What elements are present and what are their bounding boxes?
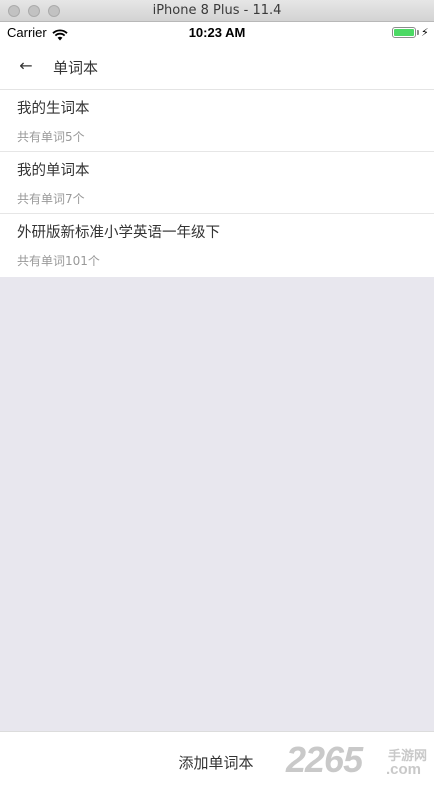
status-bar: Carrier 10:23 AM ⚡ xyxy=(0,22,434,44)
page-title: 单词本 xyxy=(53,59,99,77)
simulator-title: iPhone 8 Plus - 11.4 xyxy=(152,3,282,18)
wordbook-item[interactable]: 外研版新标准小学英语一年级下 共有单词101个 xyxy=(0,214,434,277)
battery-fill xyxy=(394,29,414,36)
add-wordbook-button[interactable]: 添加单词本 xyxy=(140,750,292,776)
wordbook-list: 我的生词本 共有单词5个 我的单词本 共有单词7个 外研版新标准小学英语一年级下… xyxy=(0,90,434,277)
wordbook-word-count: 共有单词7个 xyxy=(17,192,85,206)
wordbook-title: 我的单词本 xyxy=(17,163,90,179)
simulator-title-bar: iPhone 8 Plus - 11.4 xyxy=(0,0,434,22)
wordbook-item[interactable]: 我的生词本 共有单词5个 xyxy=(0,90,434,152)
watermark-logo: 2265 手游网 .com xyxy=(286,739,434,783)
clock-time: 10:23 AM xyxy=(188,25,246,40)
navigation-bar: ← 单词本 xyxy=(0,44,434,90)
watermark-domain: .com xyxy=(386,761,422,778)
wordbook-word-count: 共有单词5个 xyxy=(17,130,85,144)
wordbook-word-count: 共有单词101个 xyxy=(17,254,100,268)
battery-nub xyxy=(417,30,419,35)
wordbook-title: 外研版新标准小学英语一年级下 xyxy=(17,225,220,241)
battery-icon xyxy=(392,27,416,38)
arrow-left-icon: ← xyxy=(19,56,33,75)
charging-bolt-icon: ⚡ xyxy=(421,26,429,39)
wordbook-title: 我的生词本 xyxy=(17,101,90,117)
wordbook-item[interactable]: 我的单词本 共有单词7个 xyxy=(0,152,434,214)
watermark-number: 2265 xyxy=(286,739,363,780)
back-button[interactable]: ← xyxy=(12,53,40,79)
